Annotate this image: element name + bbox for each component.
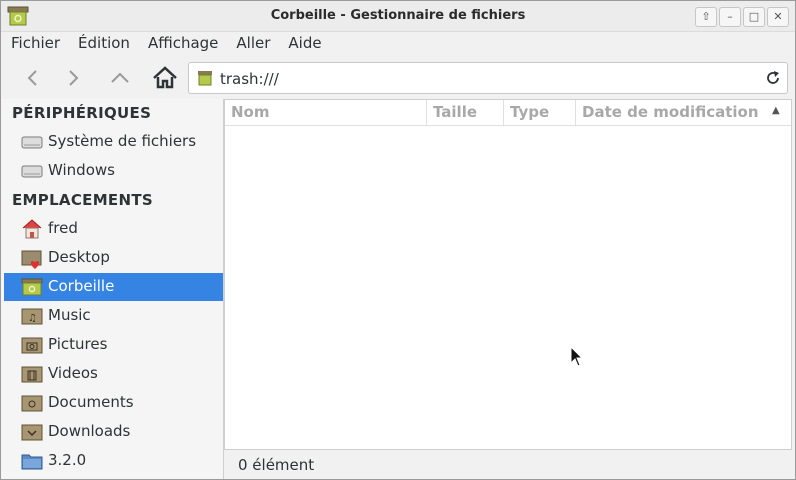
chevron-right-icon [69,70,79,86]
home-folder-icon [21,219,43,243]
status-text: 0 élément [238,456,315,474]
file-manager-window: Corbeille - Gestionnaire de fichiers ⇧ –… [0,0,796,480]
svg-text:♫: ♫ [28,313,37,324]
minimize-button[interactable]: – [719,7,741,27]
trash-icon [21,277,43,301]
menu-fichier[interactable]: Fichier [1,32,68,54]
folder-icon [21,451,43,475]
sidebar-item-label: Downloads [48,422,131,440]
sidebar-item-label: Documents [48,393,134,411]
column-label: Nom [231,103,270,121]
reload-icon[interactable] [765,70,781,90]
sidebar-item-systeme-de-fichiers[interactable]: Système de fichiers [4,128,223,156]
chevron-left-icon [27,70,37,86]
location-input[interactable]: trash:/// [220,70,279,88]
maximize-icon: □ [748,10,760,23]
mouse-pointer-icon [570,345,584,372]
home-button[interactable] [150,63,180,93]
titlebar[interactable]: Corbeille - Gestionnaire de fichiers ⇧ –… [1,1,795,32]
column-label: Type [510,103,550,121]
menu-edition[interactable]: Édition [68,32,138,54]
sidebar-item-label: Music [48,306,91,324]
sidebar-item-fred[interactable]: fred [4,215,223,243]
section-peripheriques: PÉRIPHÉRIQUES [12,104,152,122]
sidebar-item-music[interactable]: ♫ Music [4,302,223,330]
back-button[interactable] [17,63,47,93]
section-emplacements: EMPLACEMENTS [12,191,153,209]
sidebar-item-label: Windows [48,161,115,179]
menu-affichage[interactable]: Affichage [138,32,226,54]
sidebar-item-downloads[interactable]: Downloads [4,418,223,446]
sidebar-item-label: fred [48,219,78,237]
videos-folder-icon [21,364,43,388]
sidebar-item-corbeille[interactable]: Corbeille [4,273,223,301]
sidebar-item-label: Corbeille [48,277,115,295]
column-label: Date de modification [582,103,759,121]
desktop-folder-icon [21,248,45,274]
documents-folder-icon [21,393,43,417]
sidebar-item-videos[interactable]: Videos [4,360,223,388]
menu-aller[interactable]: Aller [226,32,278,54]
column-header-type[interactable]: Type [504,100,576,126]
toolbar: trash:/// [1,57,795,99]
sidebar-item-pictures[interactable]: Pictures [4,331,223,359]
close-icon: ✕ [773,10,783,23]
downloads-folder-icon [21,422,43,446]
sidebar-item-desktop[interactable]: Desktop [4,244,223,272]
window-title: Corbeille - Gestionnaire de fichiers [270,8,526,23]
shade-button[interactable]: ⇧ [695,7,717,27]
sidebar-item-label: Desktop [48,248,110,266]
home-icon [153,66,177,89]
column-header-taille[interactable]: Taille [427,100,504,126]
forward-button[interactable] [59,63,89,93]
column-header-nom[interactable]: Nom [225,100,427,126]
sidebar-item-windows[interactable]: Windows [4,157,223,185]
trash-icon [197,70,213,90]
column-label: Taille [433,103,478,121]
arrow-up-icon: ⇧ [701,10,711,23]
sidebar-item-3-2-0[interactable]: 3.2.0 [4,447,223,475]
minimize-icon: – [727,10,733,23]
sidebar-item-label: Videos [48,364,98,382]
chevron-up-icon [111,72,129,83]
drive-icon [21,132,43,156]
up-button[interactable] [105,63,135,93]
drive-icon [21,161,43,185]
sidebar: PÉRIPHÉRIQUES Système de fichiers Window… [1,99,224,479]
sidebar-item-label: Pictures [48,335,108,353]
menu-aide[interactable]: Aide [278,32,329,54]
sidebar-item-label: Système de fichiers [48,132,197,150]
maximize-button[interactable]: □ [743,7,765,27]
statusbar: 0 élément [224,451,792,479]
sort-ascending-icon: ▲ [772,105,780,116]
sidebar-item-label: 3.2.0 [48,451,87,469]
music-folder-icon: ♫ [21,306,43,330]
column-header-date-de-modification[interactable]: Date de modification ▲ [576,100,791,126]
pictures-folder-icon [21,335,43,359]
sidebar-item-documents[interactable]: Documents [4,389,223,417]
menubar: Fichier Édition Affichage Aller Aide [1,32,795,56]
close-button[interactable]: ✕ [767,7,789,27]
location-bar[interactable]: trash:/// [188,62,788,94]
file-list-view[interactable]: Nom Taille Type Date de modification ▲ [224,99,792,450]
